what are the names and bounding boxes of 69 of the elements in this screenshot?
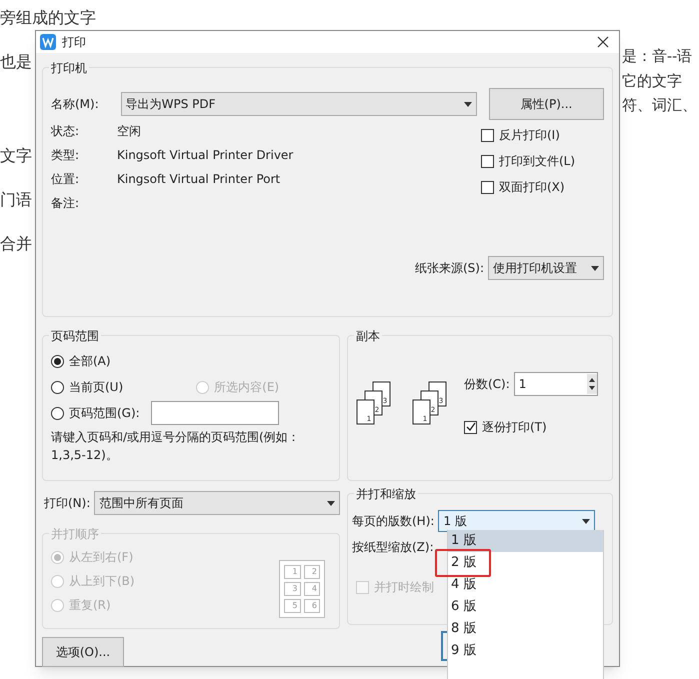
- caret-icon: [582, 518, 590, 524]
- radio-label: 全部(A): [69, 353, 111, 370]
- preview-page: 1: [284, 565, 300, 579]
- radio-button[interactable]: [51, 354, 64, 368]
- radio-label: 从左到右(F): [69, 549, 134, 566]
- dropdown-option[interactable]: 1 版: [448, 530, 603, 552]
- preview-page: 2: [304, 565, 320, 579]
- info-label: 状态:: [51, 123, 80, 140]
- checkbox-label: 逐份打印(T): [482, 419, 547, 436]
- checkbox-label: 并打时绘制: [374, 579, 434, 596]
- group-title: 副本: [354, 327, 382, 345]
- info-value: Kingsoft Virtual Printer Driver: [117, 147, 294, 164]
- document-text: 也是: [0, 51, 32, 73]
- preview-page: 3: [284, 582, 300, 596]
- radio-label: 页码范围(G):: [69, 405, 140, 422]
- document-text: 合并: [0, 233, 32, 255]
- field-label: 份数(C):: [464, 376, 510, 393]
- document-text: 它的文字: [622, 70, 683, 92]
- radio-button[interactable]: [51, 380, 64, 394]
- checkbox[interactable]: [481, 128, 494, 142]
- group-title: 页码范围: [49, 327, 101, 345]
- page-range-input[interactable]: [150, 401, 279, 425]
- window-title: 打印: [62, 34, 86, 51]
- info-label: 备注:: [51, 195, 80, 212]
- caret-icon: [464, 102, 472, 106]
- caret-icon: [591, 266, 599, 270]
- options-button[interactable]: 选项(O)...: [42, 637, 124, 667]
- radio-label: 当前页(U): [69, 379, 124, 396]
- print-what-select[interactable]: 范围中所有页面: [94, 491, 340, 515]
- checkbox-label: 双面打印(X): [499, 179, 565, 196]
- field-label: 纸张来源(S):: [414, 260, 484, 277]
- document-text: 文字: [0, 145, 32, 167]
- checkbox[interactable]: [481, 154, 494, 168]
- radio-label: 所选内容(E): [214, 379, 280, 396]
- close-icon: [597, 36, 609, 48]
- radio-label: 从上到下(B): [69, 573, 135, 590]
- info-label: 类型:: [51, 147, 80, 164]
- field-label: 每页的版数(H):: [352, 513, 434, 530]
- copies-spinner[interactable]: 1: [514, 372, 598, 396]
- radio-button[interactable]: [51, 406, 64, 420]
- preview-page: 6: [304, 599, 320, 613]
- group-title: 打印机: [49, 59, 89, 77]
- group-title: 并打顺序: [49, 525, 101, 543]
- document-text: 门语: [0, 189, 32, 211]
- radio-label: 重复(R): [69, 597, 111, 614]
- paper-source-select[interactable]: 使用打印机设置: [488, 256, 604, 280]
- field-label: 打印(N):: [44, 495, 90, 512]
- document-text: 是：音--语: [622, 46, 694, 67]
- group-title: 并打和缩放: [354, 485, 418, 503]
- preview-page: 5: [284, 599, 300, 613]
- field-label: 按纸型缩放(Z):: [352, 539, 434, 556]
- pages-per-sheet-select[interactable]: 1 版: [438, 510, 596, 532]
- hint-text: 请键入页码和/或用逗号分隔的页码范围(例如：1,3,5-12)。: [51, 429, 301, 464]
- spinner-arrows-icon: [586, 374, 597, 394]
- info-value: 空闲: [117, 123, 141, 140]
- preview-page: 4: [304, 582, 320, 596]
- checkbox[interactable]: [481, 180, 494, 194]
- document-text: 旁组成的文字: [0, 7, 96, 29]
- app-logo-icon: [40, 34, 56, 50]
- document-text: 符、词汇、: [622, 95, 697, 116]
- checkbox-label: 打印到文件(L): [499, 153, 576, 170]
- properties-button[interactable]: 属性(P)...: [488, 88, 604, 120]
- checkbox-label: 反片打印(I): [499, 127, 560, 144]
- info-label: 位置:: [51, 171, 80, 188]
- printer-select[interactable]: 导出为WPS PDF: [120, 92, 477, 116]
- checkbox[interactable]: [464, 420, 477, 434]
- caret-icon: [327, 500, 335, 506]
- field-label: 名称(M):: [51, 96, 100, 113]
- info-value: Kingsoft Virtual Printer Port: [117, 171, 280, 188]
